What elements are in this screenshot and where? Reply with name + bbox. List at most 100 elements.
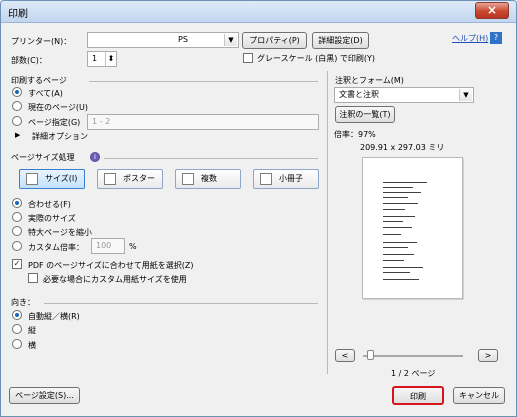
grayscale-label: グレースケール (白黒) で印刷(Y) [257,54,376,63]
landscape-label: 横 [28,341,36,350]
preview-text-line [383,227,412,228]
chevron-down-icon: ▼ [224,34,237,46]
auto-orientation-label: 自動縦／横(R) [28,312,80,321]
shrink-label: 特大ページを縮小 [28,228,92,237]
paper-source-label: PDF のページサイズに合わせて用紙を選択(Z) [28,261,194,270]
booklet-button-label: 小冊子 [279,174,303,183]
chevron-down-icon: ▼ [459,89,472,101]
page-setup-button[interactable]: ページ設定(S)... [9,387,80,404]
grayscale-checkbox[interactable] [243,53,253,63]
landscape-radio[interactable] [12,339,22,349]
copies-label: 部数(C)： [11,56,47,65]
printer-select[interactable]: PS ▼ [87,32,239,48]
custom-scale-input[interactable]: 100 [91,238,125,254]
poster-button-label: ポスター [123,174,155,183]
page-sizing-section-title: ページサイズ処理 [11,153,75,162]
page-range-input[interactable]: 1 - 2 [87,114,319,130]
multiple-mode-button[interactable]: 複数 [175,169,241,189]
close-button[interactable]: × [475,2,509,19]
shrink-radio[interactable] [12,226,22,236]
triangle-right-icon[interactable]: ▶ [15,131,20,139]
current-page-label: 現在のページ(U) [28,103,88,112]
custom-paper-checkbox[interactable] [28,273,38,283]
help-link[interactable]: ヘルプ(H) [452,33,488,44]
preview-text-line [383,192,421,193]
advanced-settings-button[interactable]: 詳細設定(D) [312,32,369,49]
preview-text-line [383,221,403,222]
fit-label: 合わせる(F) [28,200,71,209]
preview-text-line [383,182,427,183]
poster-mode-button[interactable]: ポスター [97,169,163,189]
orientation-section-title: 向き： [11,298,35,307]
booklet-icon [260,173,272,185]
actual-size-radio[interactable] [12,212,22,222]
section-divider [89,81,318,82]
print-preview-page [362,157,463,299]
page-count: 1 / 2 ページ [391,369,436,378]
size-button-label: サイズ(I) [45,174,78,183]
custom-scale-label: カスタム倍率： [28,243,84,252]
window-title: 印刷 [8,9,28,20]
preview-text-line [383,267,423,268]
info-icon[interactable]: i [90,152,100,162]
print-button[interactable]: 印刷 [392,386,444,405]
size-mode-button[interactable]: サイズ(I) [19,169,85,189]
multiple-pages-icon [182,173,194,185]
comments-forms-value: 文書と注釈 [339,90,379,99]
page-range-radio[interactable] [12,116,22,126]
booklet-mode-button[interactable]: 小冊子 [253,169,319,189]
preview-slider-track[interactable] [363,355,463,357]
preview-scale: 倍率：97% [334,130,376,139]
actual-size-label: 実際のサイズ [28,214,76,223]
section-divider [104,158,318,159]
section-divider [44,303,318,304]
comments-forms-title: 注釈とフォーム(M) [335,76,404,85]
preview-text-line [383,242,417,243]
previous-page-button[interactable]: < [335,349,355,362]
title-bar: 印刷 × [1,1,516,23]
vertical-divider [327,71,328,374]
preview-text-line [383,279,419,280]
copies-input[interactable]: 1 ⬍ [87,51,117,67]
portrait-radio[interactable] [12,324,22,334]
auto-orientation-radio[interactable] [12,310,22,320]
current-page-radio[interactable] [12,101,22,111]
next-page-button[interactable]: > [478,349,498,362]
printer-label: プリンター(N)： [11,37,72,46]
preview-text-line [383,254,414,255]
custom-paper-label: 必要な場合にカスタム用紙サイズを使用 [43,275,187,284]
all-pages-radio[interactable] [12,87,22,97]
comments-forms-select[interactable]: 文書と注釈 ▼ [334,87,474,103]
portrait-label: 縦 [28,326,36,335]
more-options-link[interactable]: 詳細オプション [32,131,88,142]
properties-button[interactable]: プロパティ(P) [242,32,307,49]
preview-text-line [383,187,413,188]
multiple-button-label: 複数 [201,174,217,183]
preview-text-line [383,260,404,261]
custom-scale-radio[interactable] [12,241,22,251]
page-range-label: ページ指定(G) [28,118,81,127]
paper-source-checkbox[interactable]: ✓ [12,259,22,269]
preview-text-line [383,203,418,204]
cancel-button[interactable]: キャンセル [453,387,505,404]
poster-icon [104,173,116,185]
preview-text-line [383,234,401,235]
copies-value: 1 [92,54,98,63]
stepper-icon[interactable]: ⬍ [105,52,116,66]
preview-slider-thumb[interactable] [367,350,374,360]
pages-section-title: 印刷するページ [11,76,67,85]
help-icon[interactable]: ? [490,32,502,44]
page-size-icon [26,173,38,185]
preview-text-line [383,247,408,248]
preview-text-line [383,209,405,210]
comments-summary-button[interactable]: 注釈の一覧(T) [335,106,395,123]
preview-text-line [383,216,415,217]
printer-value: PS [178,35,188,44]
print-dialog: 印刷 × プリンター(N)： PS ▼ プロパティ(P) 詳細設定(D) ヘルプ… [0,0,517,417]
fit-radio[interactable] [12,198,22,208]
preview-text-line [383,197,408,198]
preview-text-line [383,272,410,273]
percent-label: % [129,242,137,251]
preview-dimensions: 209.91 x 297.03 ミリ [360,143,445,152]
all-pages-label: すべて(A) [28,89,63,98]
